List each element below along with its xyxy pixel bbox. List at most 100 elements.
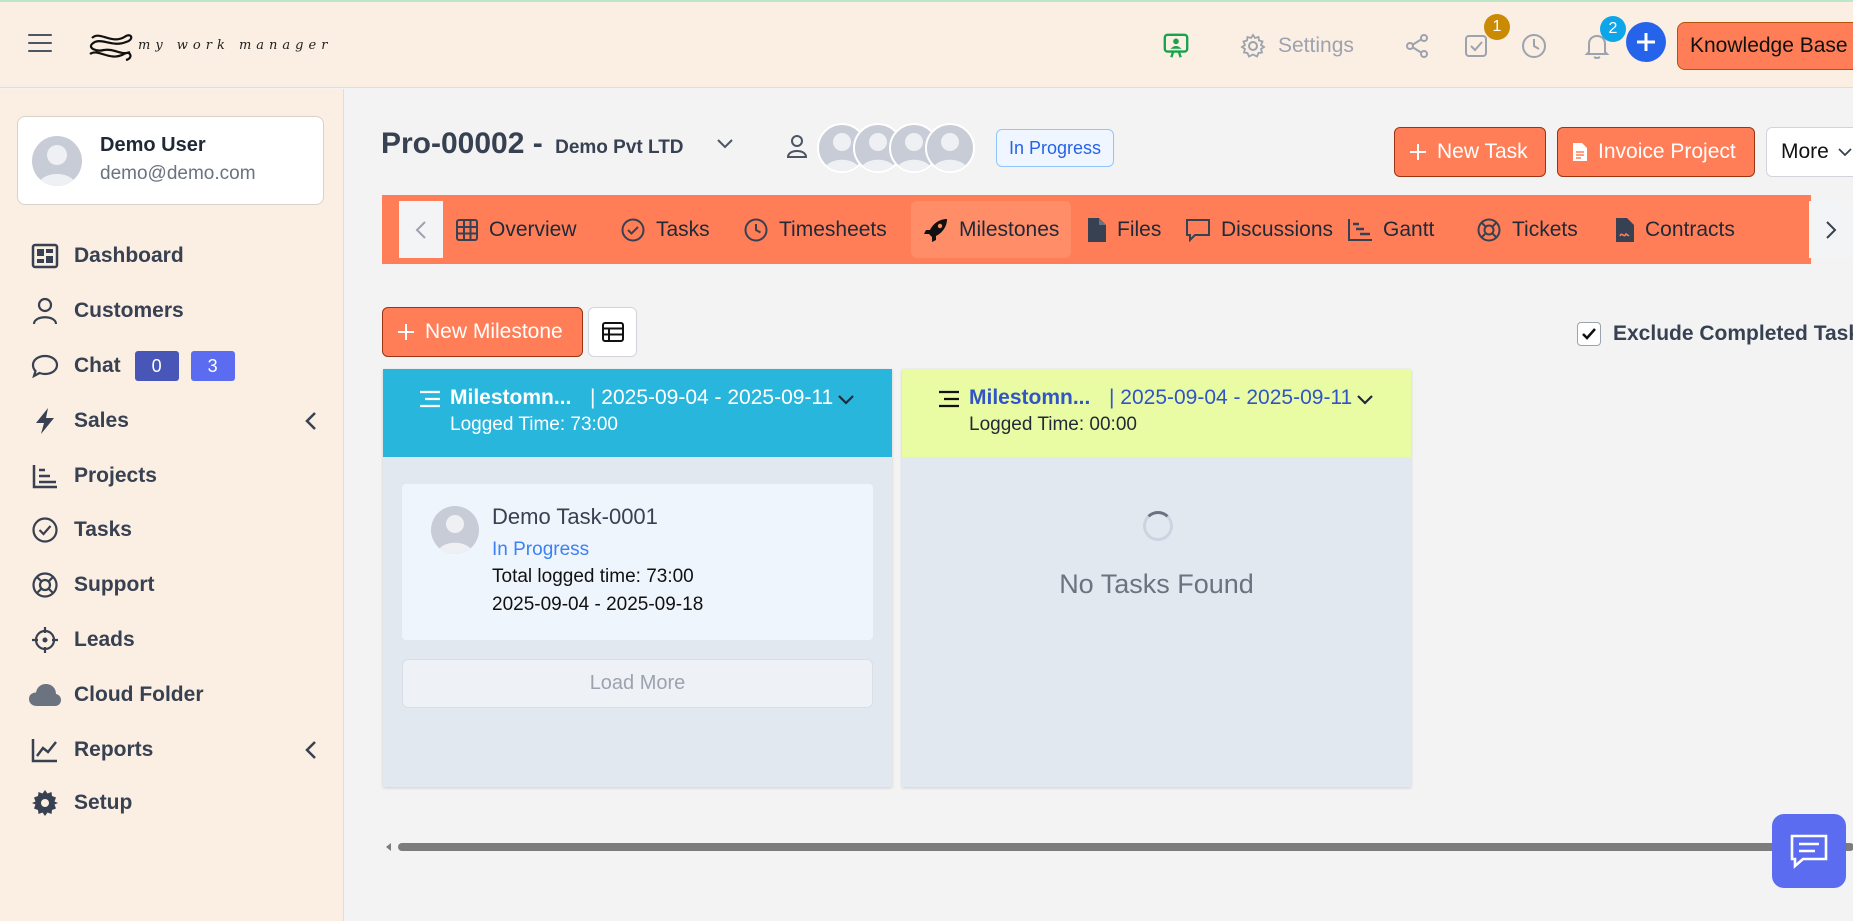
members-icon[interactable] <box>785 133 809 159</box>
tab-label: Overview <box>489 217 577 241</box>
exclude-completed-checkbox[interactable] <box>1577 322 1601 346</box>
tab-gantt[interactable]: Gantt <box>1335 201 1446 258</box>
project-status-badge: In Progress <box>996 129 1115 167</box>
new-task-button[interactable]: New Task <box>1394 127 1546 177</box>
more-dropdown-button[interactable]: More <box>1766 127 1853 177</box>
sidebar-item-label: Dashboard <box>74 244 184 267</box>
tabs-scroll-left-button[interactable] <box>399 201 443 258</box>
share-icon[interactable] <box>1403 32 1431 60</box>
sidebar-item-sales[interactable]: Sales <box>28 401 328 441</box>
scrollbar-thumb[interactable] <box>398 843 1853 851</box>
knowledge-base-button[interactable]: Knowledge Base <box>1677 22 1853 70</box>
chevron-down-icon[interactable] <box>1356 393 1374 407</box>
app-logo[interactable]: my work manager <box>86 28 327 68</box>
settings-label: Settings <box>1278 34 1354 57</box>
chat-widget-button[interactable] <box>1772 814 1846 888</box>
tab-milestones[interactable]: Milestones <box>911 201 1072 258</box>
project-title: Pro-00002 - Demo Pvt LTD <box>381 127 684 161</box>
tab-label: Discussions <box>1221 217 1334 241</box>
chevron-down-icon[interactable] <box>715 137 735 151</box>
milestone-title: Milestomn... <box>450 386 572 409</box>
tab-overview[interactable]: Overview <box>443 201 589 258</box>
sidebar-item-chat[interactable]: Chat 0 3 <box>28 346 328 386</box>
life-ring-icon <box>28 570 62 600</box>
invoice-project-button[interactable]: Invoice Project <box>1557 127 1755 177</box>
gear-icon <box>1240 33 1266 58</box>
task-check-icon[interactable] <box>1462 32 1490 60</box>
quick-add-button[interactable] <box>1626 22 1666 62</box>
milestone-header[interactable]: Milestomn... | 2025-09-04 - 2025-09-11 L… <box>902 369 1411 457</box>
exclude-completed-label: Exclude Completed Tasks <box>1613 322 1853 345</box>
settings-button[interactable]: Settings <box>1240 32 1354 60</box>
top-navbar: my work manager Settings 1 2 Knowledge B… <box>0 0 1853 88</box>
milestone-logged-time: Logged Time: 73:00 <box>450 414 618 435</box>
task-status: In Progress <box>492 539 590 560</box>
chevron-left-icon <box>305 741 316 759</box>
tab-tasks[interactable]: Tasks <box>608 201 722 258</box>
sidebar-item-projects[interactable]: Projects <box>28 456 328 496</box>
chat-lines-icon <box>1790 834 1828 869</box>
sidebar-item-label: Support <box>74 573 155 596</box>
member-avatar[interactable] <box>925 123 975 173</box>
life-ring-icon <box>1477 218 1501 241</box>
tab-label: Tasks <box>656 217 710 241</box>
user-name: Demo User <box>100 134 206 156</box>
sidebar: Demo User demo@demo.com Dashboard Custom… <box>0 89 344 921</box>
plus-icon <box>1637 33 1655 51</box>
plus-icon <box>1410 144 1426 160</box>
sidebar-item-support[interactable]: Support <box>28 565 328 605</box>
user-profile-card[interactable]: Demo User demo@demo.com <box>17 116 324 205</box>
list-view-icon <box>601 322 624 342</box>
sidebar-item-setup[interactable]: Setup <box>28 783 328 823</box>
sidebar-item-cloud-folder[interactable]: Cloud Folder <box>28 675 328 715</box>
sidebar-item-label: Reports <box>74 738 154 761</box>
sidebar-item-customers[interactable]: Customers <box>28 291 328 331</box>
chevron-left-icon <box>415 220 426 239</box>
clock-icon[interactable] <box>1520 32 1548 60</box>
bolt-icon <box>28 406 62 436</box>
sidebar-item-label: Leads <box>74 628 135 651</box>
hamburger-menu-icon[interactable] <box>28 34 52 54</box>
user-email: demo@demo.com <box>100 163 256 184</box>
chevron-down-icon[interactable] <box>837 393 855 407</box>
load-more-button[interactable]: Load More <box>402 659 873 708</box>
cloud-icon <box>28 680 62 710</box>
sidebar-item-label: Sales <box>74 409 129 432</box>
chevron-right-icon <box>1826 220 1837 239</box>
tabs-scroll-right-button[interactable] <box>1809 201 1853 258</box>
scroll-left-arrow-icon[interactable] <box>384 841 394 853</box>
tab-contracts[interactable]: Contracts <box>1603 201 1747 258</box>
tab-files[interactable]: Files <box>1075 201 1173 258</box>
rocket-icon <box>924 218 947 242</box>
chevron-left-icon <box>305 412 316 430</box>
milestone-header[interactable]: Milestomn... | 2025-09-04 - 2025-09-11 L… <box>383 369 892 457</box>
sidebar-item-reports[interactable]: Reports <box>28 730 328 770</box>
line-chart-icon <box>28 735 62 765</box>
presentation-icon[interactable] <box>1162 32 1190 60</box>
sidebar-item-label: Chat <box>74 354 121 377</box>
tab-timesheets[interactable]: Timesheets <box>731 201 899 258</box>
sidebar-item-leads[interactable]: Leads <box>28 620 328 660</box>
new-milestone-button[interactable]: New Milestone <box>382 307 583 357</box>
sidebar-item-tasks[interactable]: Tasks <box>28 510 328 550</box>
horizontal-scrollbar[interactable] <box>384 841 1853 853</box>
bar-chart-icon <box>28 461 62 491</box>
project-code: Pro-00002 - <box>381 127 543 160</box>
task-card[interactable]: Demo Task-0001 In Progress Total logged … <box>402 484 873 640</box>
project-company: Demo Pvt LTD <box>555 137 684 158</box>
tab-label: Files <box>1117 217 1162 241</box>
user-avatar <box>32 136 82 186</box>
task-name[interactable]: Demo Task-0001 <box>492 504 658 530</box>
list-view-button[interactable] <box>588 307 637 357</box>
sidebar-item-dashboard[interactable]: Dashboard <box>28 236 328 276</box>
chat-total-badge: 3 <box>190 351 235 381</box>
align-lines-icon <box>420 390 440 408</box>
task-dates: 2025-09-04 - 2025-09-18 <box>492 594 704 615</box>
tab-tickets[interactable]: Tickets <box>1464 201 1590 258</box>
tab-discussions[interactable]: Discussions <box>1173 201 1345 258</box>
tab-label: Milestones <box>959 217 1060 241</box>
notifications-count-badge: 2 <box>1600 16 1626 42</box>
gantt-icon <box>1348 218 1372 241</box>
plus-icon <box>398 324 414 340</box>
exclude-completed-toggle[interactable]: Exclude Completed Tasks <box>1577 322 1853 346</box>
